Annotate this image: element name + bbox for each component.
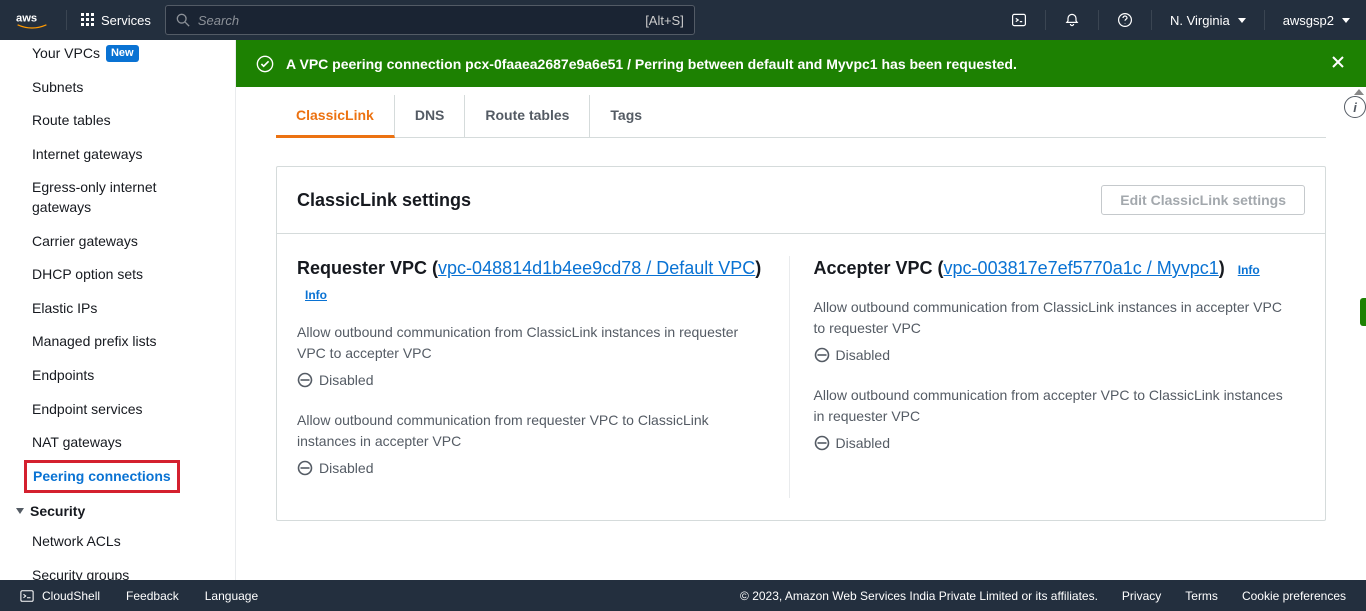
grid-icon — [81, 13, 95, 27]
account-menu[interactable]: awsgsp2 — [1283, 13, 1350, 28]
main-content: A VPC peering connection pcx-0faaea2687e… — [236, 40, 1366, 580]
requester-column: Requester VPC (vpc-048814d1b4ee9cd78 / D… — [297, 256, 789, 498]
divider — [1151, 10, 1152, 30]
caret-down-icon — [1342, 18, 1350, 23]
requester-status-1: Disabled — [297, 372, 769, 388]
accepter-vpc-link[interactable]: vpc-003817e7ef5770a1c / Myvpc1 — [944, 258, 1219, 278]
triangle-down-icon — [16, 508, 24, 514]
content-area: ClassicLink DNS Route tables Tags Classi… — [236, 87, 1366, 580]
svg-text:aws: aws — [16, 13, 37, 25]
sidebar-item-carrier-gateways[interactable]: Carrier gateways — [0, 225, 235, 259]
sidebar-item-endpoints[interactable]: Endpoints — [0, 359, 235, 393]
accepter-status-2: Disabled — [814, 435, 1286, 451]
accepter-column: Accepter VPC (vpc-003817e7ef5770a1c / My… — [789, 256, 1306, 498]
nav-right: N. Virginia awsgsp2 — [1011, 10, 1350, 30]
language-link[interactable]: Language — [205, 589, 258, 603]
requester-info-link[interactable]: Info — [305, 288, 327, 302]
sidebar-item-elastic-ips[interactable]: Elastic IPs — [0, 292, 235, 326]
sidebar-item-dhcp-option-sets[interactable]: DHCP option sets — [0, 258, 235, 292]
new-badge: New — [106, 45, 139, 62]
divider — [66, 10, 67, 30]
cloudshell-button[interactable]: CloudShell — [20, 589, 100, 603]
sidebar-item-egress-gateways[interactable]: Egress-only internet gateways — [0, 171, 235, 224]
divider — [1098, 10, 1099, 30]
sidebar-section-security[interactable]: Security — [0, 493, 235, 525]
info-panel-toggle[interactable]: i — [1344, 96, 1366, 118]
sidebar-item-security-groups[interactable]: Security groups — [0, 559, 235, 580]
caret-down-icon — [1238, 18, 1246, 23]
search-placeholder: Search — [198, 13, 239, 28]
tab-route-tables[interactable]: Route tables — [465, 95, 590, 137]
divider — [1264, 10, 1265, 30]
search-input[interactable]: Search [Alt+S] — [165, 5, 695, 35]
sidebar-item-managed-prefix-lists[interactable]: Managed prefix lists — [0, 325, 235, 359]
requester-status-2: Disabled — [297, 460, 769, 476]
requester-desc-2: Allow outbound communication from reques… — [297, 410, 769, 452]
sidebar-item-nat-gateways[interactable]: NAT gateways — [0, 426, 235, 460]
sidebar-item-network-acls[interactable]: Network ACLs — [0, 525, 235, 559]
sidebar-item-endpoint-services[interactable]: Endpoint services — [0, 393, 235, 427]
requester-vpc-link[interactable]: vpc-048814d1b4ee9cd78 / Default VPC — [438, 258, 755, 278]
requester-vpc-heading: Requester VPC (vpc-048814d1b4ee9cd78 / D… — [297, 256, 769, 306]
disabled-icon — [297, 372, 313, 388]
classiclink-panel: ClassicLink settings Edit ClassicLink se… — [276, 166, 1326, 521]
tab-bar: ClassicLink DNS Route tables Tags — [276, 95, 1326, 138]
divider — [1045, 10, 1046, 30]
tab-classiclink[interactable]: ClassicLink — [276, 95, 395, 138]
copyright-text: © 2023, Amazon Web Services India Privat… — [740, 589, 1098, 603]
cookie-link[interactable]: Cookie preferences — [1242, 589, 1346, 603]
aws-logo[interactable]: aws — [16, 10, 48, 30]
services-menu[interactable]: Services — [81, 13, 151, 28]
sidebar-item-internet-gateways[interactable]: Internet gateways — [0, 138, 235, 172]
services-label: Services — [101, 13, 151, 28]
sidebar-item-route-tables[interactable]: Route tables — [0, 104, 235, 138]
accepter-info-link[interactable]: Info — [1238, 263, 1260, 277]
accepter-desc-2: Allow outbound communication from accept… — [814, 385, 1286, 427]
terms-link[interactable]: Terms — [1185, 589, 1218, 603]
disabled-icon — [814, 347, 830, 363]
requester-desc-1: Allow outbound communication from Classi… — [297, 322, 769, 364]
close-icon — [1330, 54, 1346, 70]
top-nav: aws Services Search [Alt+S] N. Virginia … — [0, 0, 1366, 40]
cloudshell-icon — [20, 589, 34, 603]
accepter-vpc-heading: Accepter VPC (vpc-003817e7ef5770a1c / My… — [814, 256, 1286, 281]
tab-dns[interactable]: DNS — [395, 95, 466, 137]
edit-classiclink-button[interactable]: Edit ClassicLink settings — [1101, 185, 1305, 215]
disabled-icon — [297, 460, 313, 476]
disabled-icon — [814, 435, 830, 451]
footer: CloudShell Feedback Language © 2023, Ama… — [0, 580, 1366, 611]
sidebar: Your VPCsNew Subnets Route tables Intern… — [0, 40, 236, 580]
bell-icon[interactable] — [1064, 12, 1080, 28]
side-tab-icon[interactable] — [1360, 298, 1366, 326]
check-circle-icon — [256, 55, 274, 73]
privacy-link[interactable]: Privacy — [1122, 589, 1161, 603]
feedback-link[interactable]: Feedback — [126, 589, 179, 603]
panel-header: ClassicLink settings Edit ClassicLink se… — [277, 167, 1325, 234]
search-icon — [176, 13, 190, 27]
help-icon[interactable] — [1117, 12, 1133, 28]
search-shortcut: [Alt+S] — [645, 13, 684, 28]
accepter-desc-1: Allow outbound communication from Classi… — [814, 297, 1286, 339]
banner-text: A VPC peering connection pcx-0faaea2687e… — [286, 56, 1017, 72]
sidebar-item-peering-connections[interactable]: Peering connections — [24, 460, 180, 494]
scroll-up-icon — [1354, 89, 1364, 95]
region-selector[interactable]: N. Virginia — [1170, 13, 1246, 28]
sidebar-item-subnets[interactable]: Subnets — [0, 71, 235, 105]
sidebar-item-your-vpcs[interactable]: Your VPCsNew — [0, 44, 235, 71]
panel-title: ClassicLink settings — [297, 190, 471, 211]
panel-body: Requester VPC (vpc-048814d1b4ee9cd78 / D… — [277, 234, 1325, 520]
tab-tags[interactable]: Tags — [590, 95, 662, 137]
accepter-status-1: Disabled — [814, 347, 1286, 363]
success-banner: A VPC peering connection pcx-0faaea2687e… — [236, 40, 1366, 87]
cloudshell-icon[interactable] — [1011, 12, 1027, 28]
close-banner-button[interactable] — [1330, 54, 1346, 73]
